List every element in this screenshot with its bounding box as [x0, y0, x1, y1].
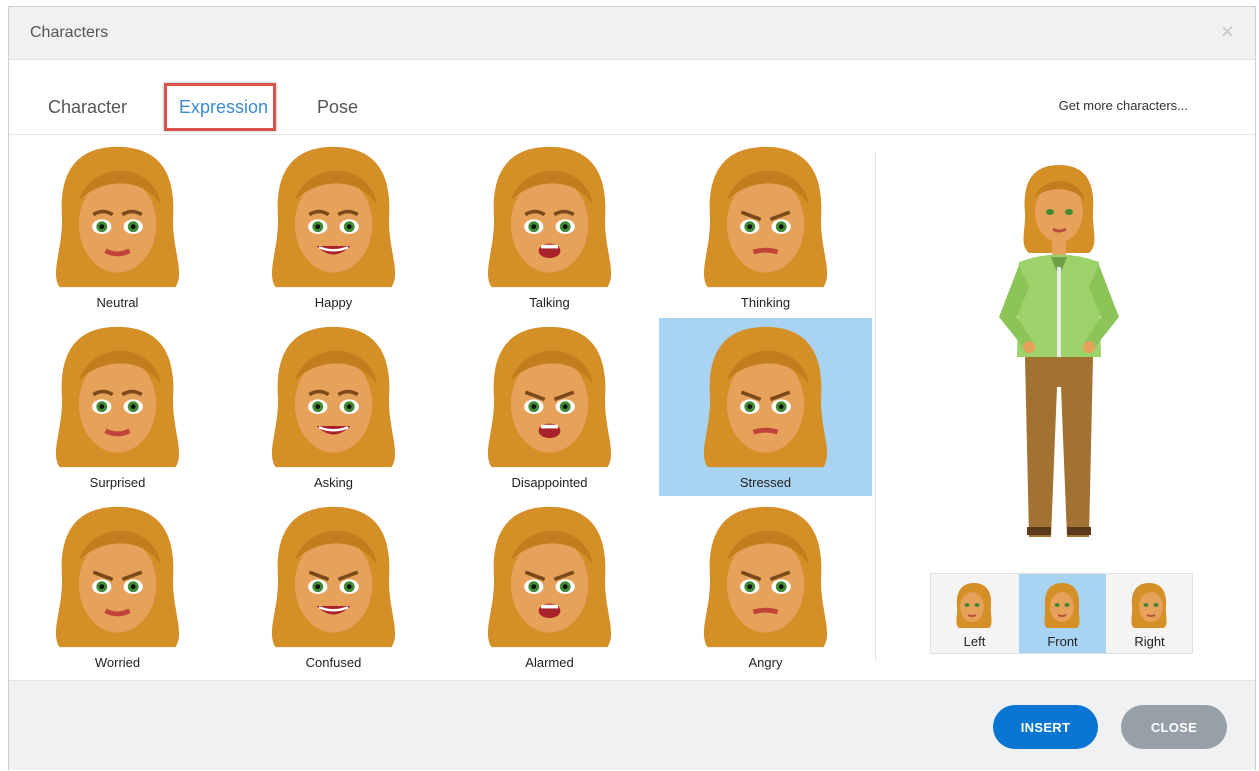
- insert-button[interactable]: INSERT: [993, 705, 1098, 749]
- expression-label: Happy: [314, 295, 353, 310]
- view-option-label: Left: [963, 634, 986, 649]
- expression-label: Confused: [305, 655, 362, 670]
- face-thinking-icon: [703, 146, 828, 288]
- close-icon[interactable]: ×: [1220, 23, 1235, 41]
- face-surprised-icon: [55, 326, 180, 468]
- expression-item-angry[interactable]: Angry: [659, 498, 872, 676]
- expression-label: Thinking: [740, 295, 791, 310]
- expression-item-confused[interactable]: Confused: [227, 498, 440, 676]
- expression-label: Alarmed: [525, 655, 574, 670]
- face-neutral-icon: [55, 146, 180, 288]
- expression-label: Worried: [94, 655, 141, 670]
- view-option-left[interactable]: Left: [931, 574, 1018, 653]
- face-talking-icon: [487, 146, 612, 288]
- character-front-icon: [1044, 583, 1080, 628]
- character-left-icon: [956, 583, 992, 628]
- expression-label: Neutral: [96, 295, 139, 310]
- tab-bar: Character Expression Pose Get more chara…: [9, 61, 1255, 135]
- face-asking-icon: [271, 326, 396, 468]
- characters-dialog: Characters × Character Expression Pose G…: [8, 6, 1256, 770]
- face-disappointed-icon: [487, 326, 612, 468]
- face-confused-icon: [271, 506, 396, 648]
- view-option-right[interactable]: Right: [1106, 574, 1193, 653]
- dialog-title: Characters: [30, 24, 109, 41]
- dialog-footer: INSERT CLOSE: [9, 680, 1255, 770]
- view-option-front[interactable]: Front: [1019, 574, 1106, 653]
- expression-grid: Neutral Happy Talking Thinking Surprised Aski…: [11, 136, 873, 676]
- expression-label: Surprised: [89, 475, 146, 490]
- face-stressed-icon: [703, 326, 828, 468]
- expression-item-asking[interactable]: Asking: [227, 318, 440, 496]
- face-alarmed-icon: [487, 506, 612, 648]
- face-happy-icon: [271, 146, 396, 288]
- tab-character[interactable]: Character: [48, 97, 127, 118]
- expression-item-neutral[interactable]: Neutral: [11, 138, 224, 316]
- panel-divider: [875, 152, 876, 662]
- character-preview-image: [999, 165, 1119, 537]
- tab-pose[interactable]: Pose: [317, 97, 358, 118]
- get-more-characters-link[interactable]: Get more characters...: [1059, 98, 1188, 113]
- expression-item-disappointed[interactable]: Disappointed: [443, 318, 656, 496]
- expression-label: Disappointed: [511, 475, 588, 490]
- expression-label: Asking: [313, 475, 354, 490]
- expression-label: Angry: [748, 655, 783, 670]
- character-right-icon: [1131, 583, 1167, 628]
- expression-item-alarmed[interactable]: Alarmed: [443, 498, 656, 676]
- expression-label: Talking: [529, 295, 570, 310]
- expression-item-worried[interactable]: Worried: [11, 498, 224, 676]
- face-worried-icon: [55, 506, 180, 648]
- close-button[interactable]: CLOSE: [1121, 705, 1227, 749]
- tab-expression[interactable]: Expression: [179, 97, 268, 118]
- face-angry-icon: [703, 506, 828, 648]
- expression-item-surprised[interactable]: Surprised: [11, 318, 224, 496]
- expression-item-talking[interactable]: Talking: [443, 138, 656, 316]
- view-option-label: Right: [1134, 634, 1165, 649]
- view-option-label: Front: [1047, 634, 1078, 649]
- expression-item-thinking[interactable]: Thinking: [659, 138, 872, 316]
- title-bar: Characters ×: [9, 7, 1255, 60]
- expression-item-stressed[interactable]: Stressed: [659, 318, 872, 496]
- expression-label: Stressed: [739, 475, 792, 490]
- view-selector: Left Front Right: [930, 573, 1193, 654]
- expression-item-happy[interactable]: Happy: [227, 138, 440, 316]
